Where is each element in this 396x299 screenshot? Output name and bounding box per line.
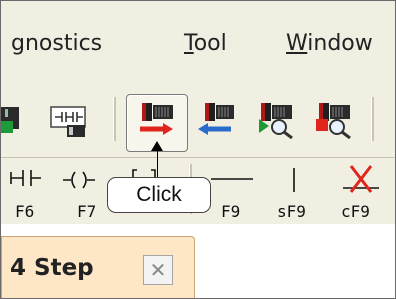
delete-line-cf9-button[interactable]: cF9 — [337, 158, 383, 224]
callout-arrowhead — [151, 141, 163, 151]
fkey-label: cF9 — [341, 202, 370, 221]
main-toolbar — [1, 87, 395, 157]
callout-pointer-line — [157, 147, 158, 177]
click-callout: Click — [107, 177, 211, 213]
menu-window[interactable]: Window — [286, 31, 373, 56]
editor-area: 4 Step ✕ — [1, 224, 395, 298]
tab-title: 4 Step — [10, 255, 94, 281]
horizontal-line-icon — [211, 178, 253, 180]
fkey-label: F9 — [221, 202, 241, 221]
fkey-label: sF9 — [277, 202, 306, 221]
run-device-icon[interactable] — [1, 99, 41, 139]
menu-tool[interactable]: Tool — [184, 31, 227, 56]
coil-f7-button[interactable]: F7 — [59, 158, 99, 224]
tab-close-button[interactable]: ✕ — [143, 255, 173, 285]
menu-bar: gnostics Tool Window — [1, 1, 395, 87]
menu-tool-rest: ool — [193, 31, 227, 56]
contact-parallel-icon — [10, 170, 41, 186]
close-icon: ✕ — [149, 258, 167, 282]
verify-plc-green-icon[interactable] — [255, 99, 295, 139]
menu-diagnostics[interactable]: gnostics — [11, 31, 102, 56]
fkey-label: F7 — [77, 202, 97, 221]
vertical-line-icon — [293, 168, 295, 192]
verify-plc-red-icon[interactable] — [313, 99, 353, 139]
read-from-plc-icon[interactable] — [195, 99, 235, 139]
toolbar-divider — [113, 97, 116, 141]
menu-window-accel: W — [286, 31, 308, 56]
ladder-device-icon[interactable] — [49, 99, 89, 139]
write-to-plc-icon[interactable] — [136, 99, 176, 139]
fkey-label: F6 — [15, 202, 35, 221]
vertical-line-sf9-button[interactable]: sF9 — [277, 158, 317, 224]
coil-icon — [63, 171, 95, 189]
delete-line-icon — [343, 165, 379, 193]
menu-tool-accel: T — [184, 31, 194, 56]
contact-f6-button[interactable]: F6 — [5, 158, 45, 224]
horizontal-line-f9-button[interactable]: F9 — [207, 158, 257, 224]
app-window: gnostics Tool Window F6 F7 F9 sF9 cF9 Cl… — [0, 0, 396, 299]
program-tab[interactable]: 4 Step ✕ — [1, 236, 195, 298]
menu-window-rest: indow — [307, 31, 373, 56]
toolbar-divider — [371, 97, 374, 141]
